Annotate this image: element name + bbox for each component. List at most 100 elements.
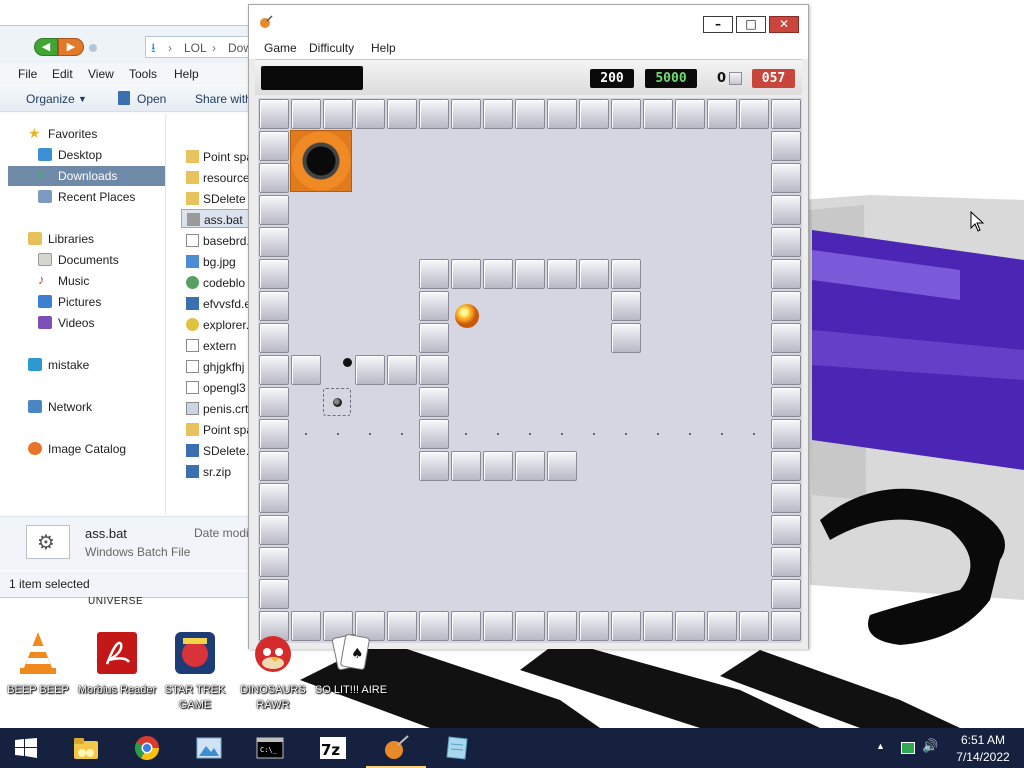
menu-file[interactable]: File	[18, 67, 37, 81]
file-item[interactable]: SDelete.z	[181, 441, 251, 460]
file-item[interactable]: efvvsfd.e	[181, 294, 251, 313]
chevron-down-icon: ▼	[78, 94, 87, 104]
wall-block	[483, 611, 513, 641]
nav-network[interactable]: Network	[0, 397, 166, 417]
menu-help[interactable]: Help	[174, 67, 199, 81]
desktop-icon-beep-beep[interactable]: BEEP BEEP	[0, 630, 78, 714]
nav-downloads[interactable]: ⭳ Downloads	[8, 166, 165, 186]
desktop-icon-label: BEEP BEEP	[7, 684, 69, 696]
wall-block	[451, 99, 481, 129]
clock-time[interactable]: 6:51 AM	[948, 733, 1018, 747]
back-button[interactable]: ◀	[34, 38, 58, 56]
file-item[interactable]: codeblo	[181, 273, 251, 292]
nav-image-catalog[interactable]: Image Catalog	[0, 439, 166, 459]
terminal-icon: C:\_	[256, 737, 284, 759]
menu-game[interactable]: Game	[264, 41, 297, 55]
nav-documents[interactable]: Documents	[0, 250, 166, 270]
menu-help[interactable]: Help	[371, 41, 396, 55]
nav-pictures[interactable]: Pictures	[0, 292, 166, 312]
wall-block	[611, 291, 641, 321]
desktop-icon-so-lit-aire[interactable]: ♠ SO LIT!!! AIRE	[311, 630, 391, 714]
solitaire-cards-icon: ♠	[331, 633, 370, 671]
menu-view[interactable]: View	[88, 67, 114, 81]
nav-label: Music	[58, 274, 90, 288]
maximize-button[interactable]: □	[736, 16, 766, 33]
file-item[interactable]: extern	[181, 336, 251, 355]
taskbar-command-prompt[interactable]: C:\_	[240, 728, 300, 768]
game-board[interactable]	[258, 98, 802, 643]
details-pane: ⚙ ass.bat Windows Batch File Date modi	[0, 516, 251, 570]
file-item[interactable]: sr.zip	[181, 462, 251, 481]
taskbar-image-viewer[interactable]	[179, 728, 239, 768]
documents-icon	[38, 253, 52, 266]
trap-core	[333, 398, 342, 407]
nav-desktop[interactable]: Desktop	[0, 145, 166, 165]
show-hidden-icons-icon[interactable]: ▲	[876, 741, 885, 768]
taskbar-ball-game[interactable]	[366, 728, 426, 768]
menu-tools[interactable]: Tools	[129, 67, 157, 81]
minimize-button[interactable]: –	[703, 16, 733, 33]
file-item[interactable]: Point spa	[181, 420, 251, 439]
nav-libraries[interactable]: Libraries	[0, 229, 166, 249]
nav-favorites[interactable]: ★ Favorites	[0, 124, 166, 144]
file-item[interactable]: resource	[181, 168, 251, 187]
clock-date[interactable]: 7/14/2022	[948, 750, 1018, 764]
nav-videos[interactable]: Videos	[0, 313, 166, 333]
trail-dot	[337, 433, 339, 435]
file-item[interactable]: SDelete	[181, 189, 251, 208]
explorer-command-bar: Organize ▼ Open Share with	[0, 86, 251, 112]
taskbar-chrome[interactable]	[117, 728, 177, 768]
file-item[interactable]: Point spa	[181, 147, 251, 166]
organize-button[interactable]: Organize	[26, 92, 75, 106]
volume-icon[interactable]: 🔊	[922, 739, 938, 768]
taskbar-file-explorer[interactable]	[56, 728, 116, 768]
wall-block	[483, 259, 513, 289]
folder-icon	[186, 192, 199, 205]
chrome-icon	[134, 736, 159, 761]
maximize-icon: □	[745, 17, 757, 31]
file-item[interactable]: explorer.	[181, 315, 251, 334]
wall-block	[291, 355, 321, 385]
recent-locations-dropdown[interactable]	[89, 44, 97, 52]
wall-block	[611, 259, 641, 289]
file-item[interactable]: bg.jpg	[181, 252, 251, 271]
nav-music[interactable]: ♪ Music	[0, 271, 166, 291]
desktop-icon-star-trek-game[interactable]: STAR TREK GAME	[155, 630, 235, 714]
wall-block	[771, 355, 801, 385]
close-button[interactable]: ✕	[769, 16, 799, 33]
nav-label: Recent Places	[58, 190, 136, 204]
taskbar-7zip[interactable]: 7z	[303, 728, 363, 768]
wall-block	[387, 355, 417, 385]
wall-block	[771, 579, 801, 609]
open-button[interactable]: Open	[137, 92, 166, 106]
desktop-icon-morbius-reader[interactable]: Morbius Reader	[77, 630, 157, 714]
action-center-icon[interactable]	[901, 742, 915, 754]
share-with-button[interactable]: Share with	[195, 92, 251, 106]
file-item[interactable]: ghjgkfhj	[181, 357, 251, 376]
file-item[interactable]: opengl3	[181, 378, 251, 397]
desktop-icon-dinosaurs-rawr[interactable]: DINOSAURS RAWR	[233, 630, 313, 714]
file-item[interactable]: basebrd.	[181, 231, 251, 250]
wall-block	[707, 611, 737, 641]
start-button[interactable]	[0, 728, 54, 768]
dll-file-icon	[186, 381, 199, 394]
forward-button[interactable]: ▶	[58, 38, 84, 56]
game-titlebar[interactable]: – □ ✕	[249, 5, 808, 37]
nav-recent-places[interactable]: Recent Places	[0, 187, 166, 207]
menu-edit[interactable]: Edit	[52, 67, 73, 81]
file-item[interactable]: penis.crt	[181, 399, 251, 418]
nav-mistake[interactable]: mistake	[0, 355, 166, 375]
message-display	[261, 66, 363, 90]
taskbar-notepad[interactable]	[427, 728, 487, 768]
nav-label: Favorites	[48, 127, 98, 141]
file-name: SDelete	[203, 192, 246, 206]
folder-icon	[186, 423, 199, 436]
wall-block	[515, 259, 545, 289]
certificate-icon	[186, 402, 199, 415]
file-name: ass.bat	[204, 213, 243, 227]
wall-block	[259, 195, 289, 225]
file-item-selected[interactable]: ass.bat	[181, 209, 251, 228]
address-bar[interactable]: ⭳ › LOL › Dow	[145, 36, 251, 58]
menu-difficulty[interactable]: Difficulty	[309, 41, 354, 55]
breadcrumb-lol[interactable]: LOL	[184, 41, 207, 55]
